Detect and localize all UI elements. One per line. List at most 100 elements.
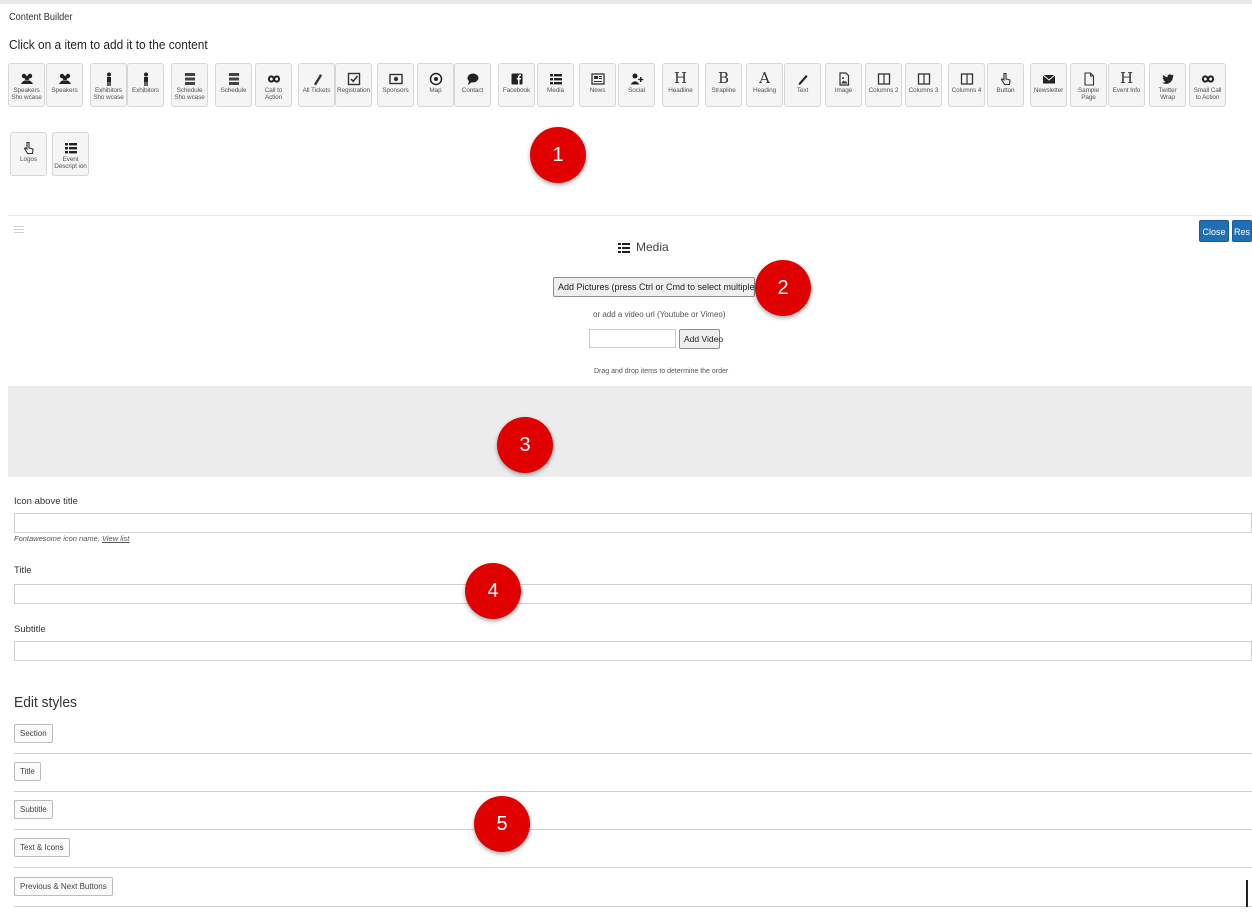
palette-item-map[interactable]: Map [417, 63, 454, 107]
palette-item-call-to-action[interactable]: Call to Action [255, 63, 292, 107]
title-input[interactable] [14, 584, 1252, 604]
media-title: Media [618, 240, 669, 256]
palette-item-twitter-wrap[interactable]: Twitter Wrap [1149, 63, 1186, 107]
palette-item-social[interactable]: Social [618, 63, 655, 107]
video-url-input[interactable] [589, 329, 676, 348]
check-square-icon [336, 69, 371, 87]
palette-item-exhibitors[interactable]: Exhibitors [127, 63, 164, 107]
palette-item-sponsors[interactable]: Sponsors [377, 63, 414, 107]
drag-handle-icon[interactable] [14, 226, 24, 235]
subtitle-style-button[interactable]: Subtitle [14, 800, 53, 819]
palette-item-news[interactable]: News [579, 63, 616, 107]
palette-item-heading[interactable]: A Heading [746, 63, 783, 107]
twitter-icon [1150, 69, 1185, 87]
add-pictures-button[interactable]: Add Pictures (press Ctrl or Cmd to selec… [553, 277, 792, 297]
palette-item-small-call-to-action[interactable]: Small Call to Action [1189, 63, 1226, 107]
palette-item-image[interactable]: Image [825, 63, 862, 107]
palette-item-registration[interactable]: Registration [335, 63, 372, 107]
palette-item-label: Sample Page [1077, 87, 1100, 101]
palette-item-sample-page[interactable]: Sample Page [1070, 63, 1107, 107]
style-row-title: Title [8, 762, 1252, 800]
close-button[interactable]: Close [1199, 220, 1229, 242]
palette-item-text[interactable]: Text [784, 63, 821, 107]
palette-item-strapline[interactable]: B Strapline [705, 63, 742, 107]
palette-item-headline[interactable]: H Headline [662, 63, 699, 107]
header-icon: H [673, 69, 688, 87]
font-icon: A [759, 69, 770, 87]
divider [14, 867, 1252, 868]
add-video-button[interactable]: Add Video [679, 329, 723, 349]
columns-icon [906, 69, 941, 87]
infinity-icon [256, 69, 291, 87]
palette-hint: Click on a item to add it to the content [9, 38, 208, 52]
header-icon: H [1119, 69, 1134, 87]
user-plus-icon [619, 69, 654, 87]
palette-item-speakers-sho-wcase[interactable]: Speakers Sho wcase [8, 63, 45, 107]
subtitle-input[interactable] [14, 641, 1252, 661]
edit-styles-heading: Edit styles [14, 694, 77, 711]
view-list-link[interactable]: View list [102, 534, 129, 543]
section-style-button[interactable]: Section [14, 724, 53, 743]
palette-item-event-descript-ion[interactable]: Event Descript ion [52, 132, 89, 176]
palette-item-label: Columns 3 [908, 87, 939, 94]
media-dropzone[interactable] [8, 386, 1252, 477]
fontawesome-help: Fontawesome icon name. View list [14, 534, 129, 543]
columns-icon [866, 69, 901, 87]
palette-item-label: Newsletter [1033, 87, 1064, 94]
palette-item-exhibitors-sho-wcase[interactable]: Exhibitors Sho wcase [90, 63, 127, 107]
palette-item-schedule[interactable]: Schedule [215, 63, 252, 107]
server-icon [172, 69, 207, 87]
palette-item-label: All Tickets [302, 87, 331, 94]
palette-item-newsletter[interactable]: Newsletter [1030, 63, 1067, 107]
icon-above-title-input[interactable] [14, 513, 1252, 533]
palette-item-label: Call to Action [264, 87, 283, 101]
callout-badge-2: 2 [755, 260, 811, 316]
palette-item-label: Social [628, 87, 645, 94]
text-icons-style-button[interactable]: Text & Icons [14, 838, 70, 857]
callout-badge-1: 1 [530, 127, 586, 183]
style-row-section: Section [8, 724, 1252, 762]
male-icon [128, 69, 163, 87]
columns-icon [949, 69, 984, 87]
style-row-subtitle: Subtitle [8, 800, 1252, 838]
palette-item-columns-3[interactable]: Columns 3 [905, 63, 942, 107]
palette-item-label: Schedule [220, 87, 247, 94]
palette-item-schedule-sho-wcase[interactable]: Schedule Sho wcase [171, 63, 208, 107]
title-label: Title [14, 565, 32, 576]
palette-item-label: Heading [752, 87, 777, 94]
palette-item-columns-2[interactable]: Columns 2 [865, 63, 902, 107]
palette-item-event-info[interactable]: H Event Info [1108, 63, 1145, 107]
newspaper-icon [580, 69, 615, 87]
top-border [0, 0, 1252, 4]
callout-badge-4: 4 [465, 563, 521, 619]
file-icon [1071, 69, 1106, 87]
money-icon [378, 69, 413, 87]
palette-item-media[interactable]: Media [537, 63, 574, 107]
server-icon [216, 69, 251, 87]
palette-item-label: Button [996, 87, 1015, 94]
facebook-icon [499, 69, 534, 87]
palette-item-speakers[interactable]: Speakers [46, 63, 83, 107]
palette-item-label: Headline [668, 87, 693, 94]
palette-item-label: Registration [337, 87, 370, 94]
text-cursor [1246, 880, 1248, 907]
reset-button[interactable]: Res [1232, 220, 1252, 242]
pencil-icon [785, 69, 820, 87]
dot-circle-icon [418, 69, 453, 87]
drag-hint: Drag and drop items to determine the ord… [594, 368, 729, 375]
palette-item-all-tickets[interactable]: All Tickets [298, 63, 335, 107]
palette-item-columns-4[interactable]: Columns 4 [948, 63, 985, 107]
palette-item-label: Contact [461, 87, 484, 94]
palette-item-logos[interactable]: Logos [10, 132, 47, 176]
style-row-prev-next: Previous & Next Buttons [8, 877, 1252, 915]
palette-item-facebook[interactable]: Facebook [498, 63, 535, 107]
palette-item-contact[interactable]: Contact [454, 63, 491, 107]
palette-item-button[interactable]: Button [987, 63, 1024, 107]
palette-item-label: Schedule Sho wcase [174, 87, 205, 101]
title-style-button[interactable]: Title [14, 762, 41, 781]
list-icon [538, 69, 573, 87]
palette-item-label: Media [547, 87, 564, 94]
image-file-icon [826, 69, 861, 87]
palette-item-label: Image [834, 87, 853, 94]
prev-next-style-button[interactable]: Previous & Next Buttons [14, 877, 113, 896]
